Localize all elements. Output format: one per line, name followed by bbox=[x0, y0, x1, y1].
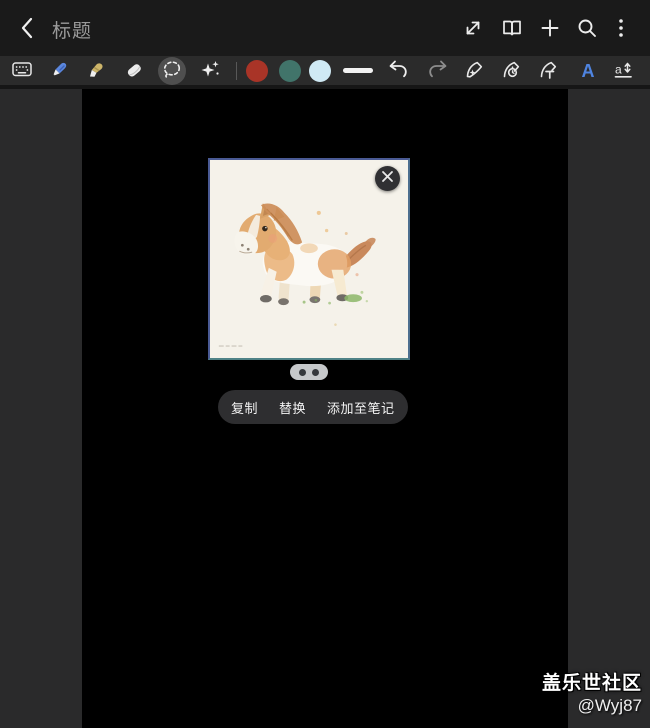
sparkle-effects-tool-button[interactable] bbox=[196, 57, 224, 85]
deselect-image-button[interactable] bbox=[375, 166, 400, 191]
image-context-menu: 复制 替换 添加至笔记 bbox=[218, 390, 408, 424]
text-size-button[interactable]: a bbox=[609, 57, 637, 85]
lasso-selection-tool-button[interactable] bbox=[158, 57, 186, 85]
watercolor-pony-illustration bbox=[210, 160, 408, 358]
pen-timer-button[interactable] bbox=[498, 57, 526, 85]
undo-button[interactable] bbox=[384, 57, 412, 85]
highlighter-tool-button[interactable] bbox=[83, 57, 111, 85]
lasso-selection-icon bbox=[160, 57, 184, 86]
color-swatch-lightblue[interactable] bbox=[309, 60, 331, 82]
text-size-icon: a bbox=[611, 57, 635, 86]
pen-to-text-icon bbox=[537, 57, 561, 86]
toolbar-divider bbox=[236, 62, 237, 80]
search-icon bbox=[575, 16, 599, 40]
redo-arrow-icon bbox=[426, 57, 450, 86]
pen-beautify-sparkle-icon bbox=[463, 57, 487, 86]
drawing-toolbar: A a bbox=[0, 56, 650, 89]
pen-timer-icon bbox=[500, 57, 524, 86]
note-title[interactable]: 标题 bbox=[52, 16, 92, 43]
stroke-width-preview[interactable] bbox=[343, 68, 373, 73]
notes-editor-screen: 标题 A a 复制 替换 添加至笔记 盖乐世社区 @Wyj87 bbox=[0, 0, 650, 728]
pen-icon bbox=[48, 57, 72, 86]
keyboard-icon bbox=[10, 57, 34, 86]
add-page-button[interactable] bbox=[535, 13, 565, 43]
highlighter-icon bbox=[85, 57, 109, 86]
expand-button[interactable] bbox=[458, 13, 488, 43]
eraser-icon bbox=[122, 57, 146, 86]
back-button[interactable] bbox=[13, 13, 43, 43]
sparkle-effects-icon bbox=[198, 57, 222, 86]
redo-button[interactable] bbox=[424, 57, 452, 85]
keyboard-tool-button[interactable] bbox=[8, 57, 36, 85]
pen-to-text-button[interactable] bbox=[535, 57, 563, 85]
close-x-icon bbox=[381, 170, 394, 188]
more-options-kebab-icon bbox=[609, 16, 633, 40]
reader-view-book-icon bbox=[500, 16, 524, 40]
page-dot bbox=[312, 368, 319, 376]
more-options-button[interactable] bbox=[606, 13, 636, 43]
plus-icon bbox=[538, 16, 562, 40]
page-indicator-handle[interactable] bbox=[290, 364, 328, 380]
expand-diagonal-icon bbox=[461, 16, 485, 40]
app-bar: 标题 bbox=[0, 0, 650, 56]
menu-item-add-to-note[interactable]: 添加至笔记 bbox=[327, 398, 395, 417]
page-dot bbox=[299, 368, 306, 376]
eraser-tool-button[interactable] bbox=[120, 57, 148, 85]
menu-item-replace[interactable]: 替换 bbox=[279, 398, 306, 417]
color-swatch-teal[interactable] bbox=[279, 60, 301, 82]
undo-arrow-icon bbox=[386, 57, 410, 86]
letter-style-button[interactable]: A bbox=[574, 57, 602, 85]
chevron-left-icon bbox=[16, 15, 40, 41]
svg-text:a: a bbox=[615, 62, 622, 76]
menu-item-copy[interactable]: 复制 bbox=[231, 398, 258, 417]
search-button[interactable] bbox=[572, 13, 602, 43]
color-swatch-red[interactable] bbox=[246, 60, 268, 82]
letter-a-style-icon: A bbox=[581, 61, 595, 81]
pen-beautify-button[interactable] bbox=[461, 57, 489, 85]
pen-tool-button[interactable] bbox=[46, 57, 74, 85]
reader-view-button[interactable] bbox=[497, 13, 527, 43]
